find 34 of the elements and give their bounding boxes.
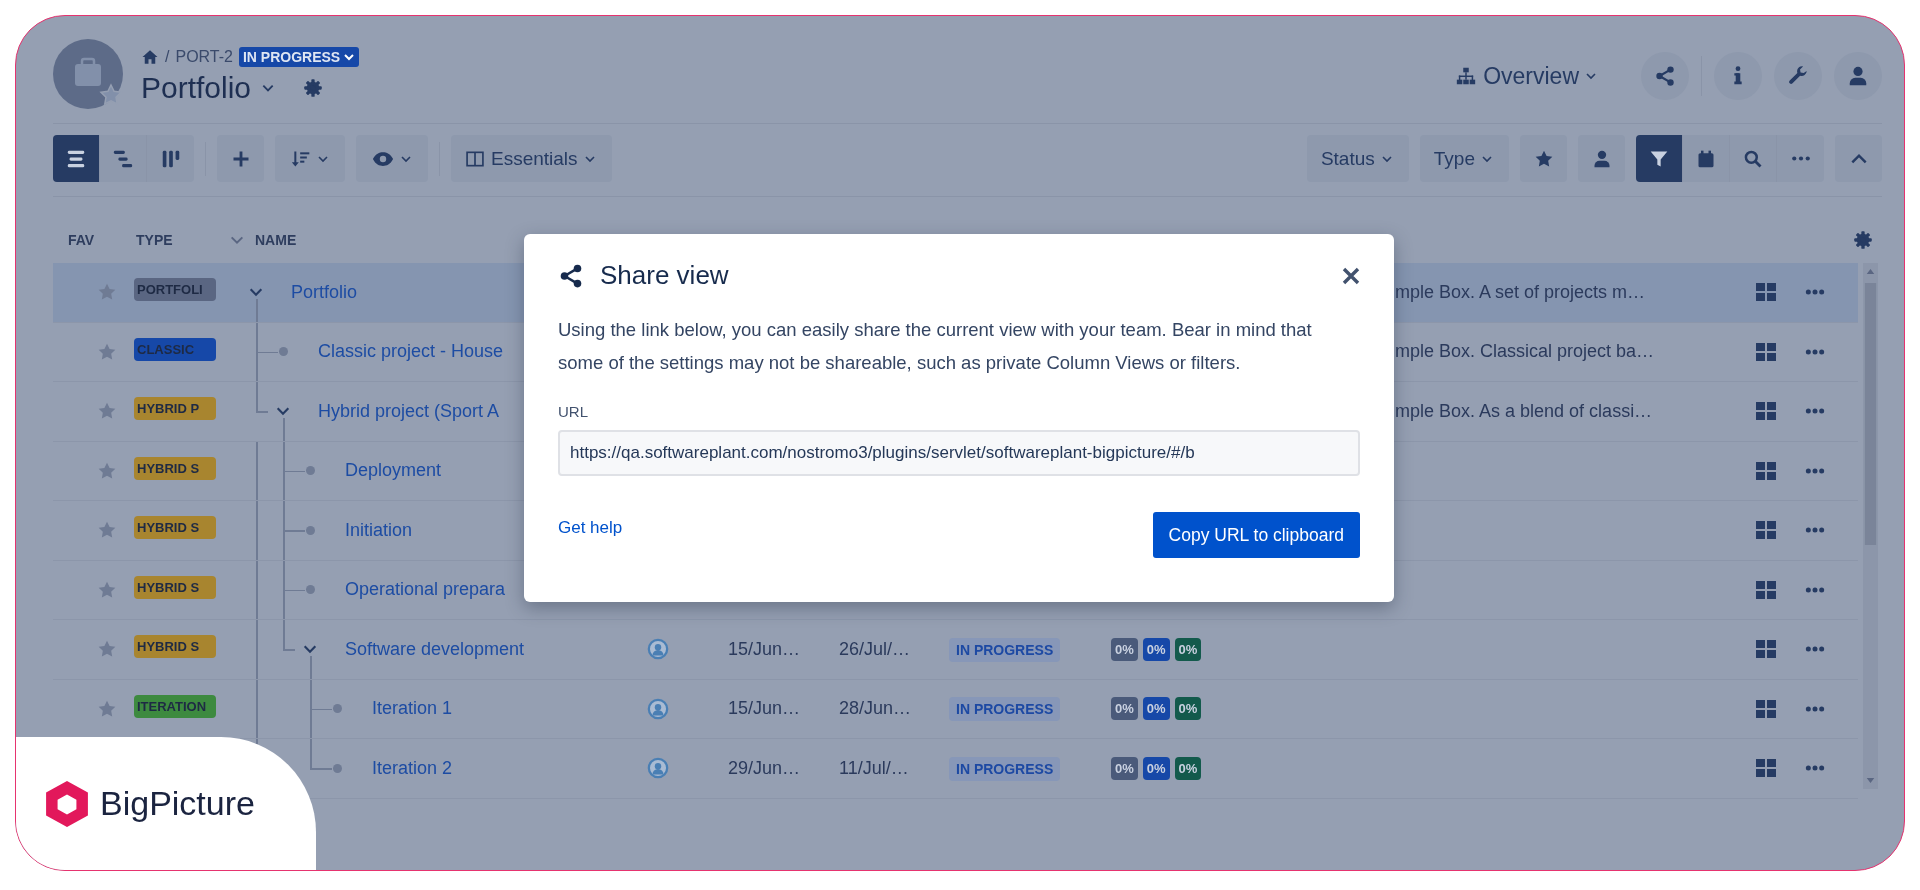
page-title: Portfolio [141,71,252,105]
type-badge: PORTFOLI [134,278,216,302]
progress-chip: 0% [1111,697,1138,721]
description-text: mple Box. A set of projects m… [1395,281,1646,302]
status-badge: IN PROGRESS [949,637,1061,662]
type-badge: CLASSIC [134,337,216,361]
end-date: 28/Jun… [839,698,912,719]
progress-chip: 0% [1174,756,1202,780]
progress-chip: 0% [1174,637,1202,661]
type-badge: HYBRID S [134,635,216,659]
field-label: URL [558,403,589,420]
end-date: 26/Jul/… [839,638,911,659]
status-badge: IN PROGRESS [949,756,1061,781]
progress-chip: 0% [1111,637,1138,661]
progress-chip: 0% [1111,756,1138,780]
start-date: 15/Jun… [728,638,801,659]
description-text: mple Box. As a blend of classi… [1395,400,1653,421]
type-badge: HYBRID S [134,516,216,540]
dialog-title: Share view [600,260,729,291]
progress-chip: 0% [1142,697,1170,721]
start-date: 29/Jun… [728,757,801,778]
type-badge: HYBRID S [134,456,216,480]
progress-chip: 0% [1174,697,1202,721]
start-date: 15/Jun… [728,698,801,719]
progress-chip: 0% [1142,756,1170,780]
type-badge: HYBRID S [134,575,216,599]
progress-chip: 0% [1142,637,1170,661]
description-text: mple Box. Classical project ba… [1395,341,1655,362]
type-badge: HYBRID P [134,397,216,421]
breadcrumb-separator: / [165,48,170,66]
end-date: 11/Jul/… [839,757,909,778]
dialog-text: Using the link below, you can easily share the current view with your team. Bear in mind that some of the settings may not be shareable, such as private Column Views or filters. [558,318,1313,375]
status-badge: IN PROGRESS [949,697,1061,722]
type-badge: ITERATION [134,694,216,718]
